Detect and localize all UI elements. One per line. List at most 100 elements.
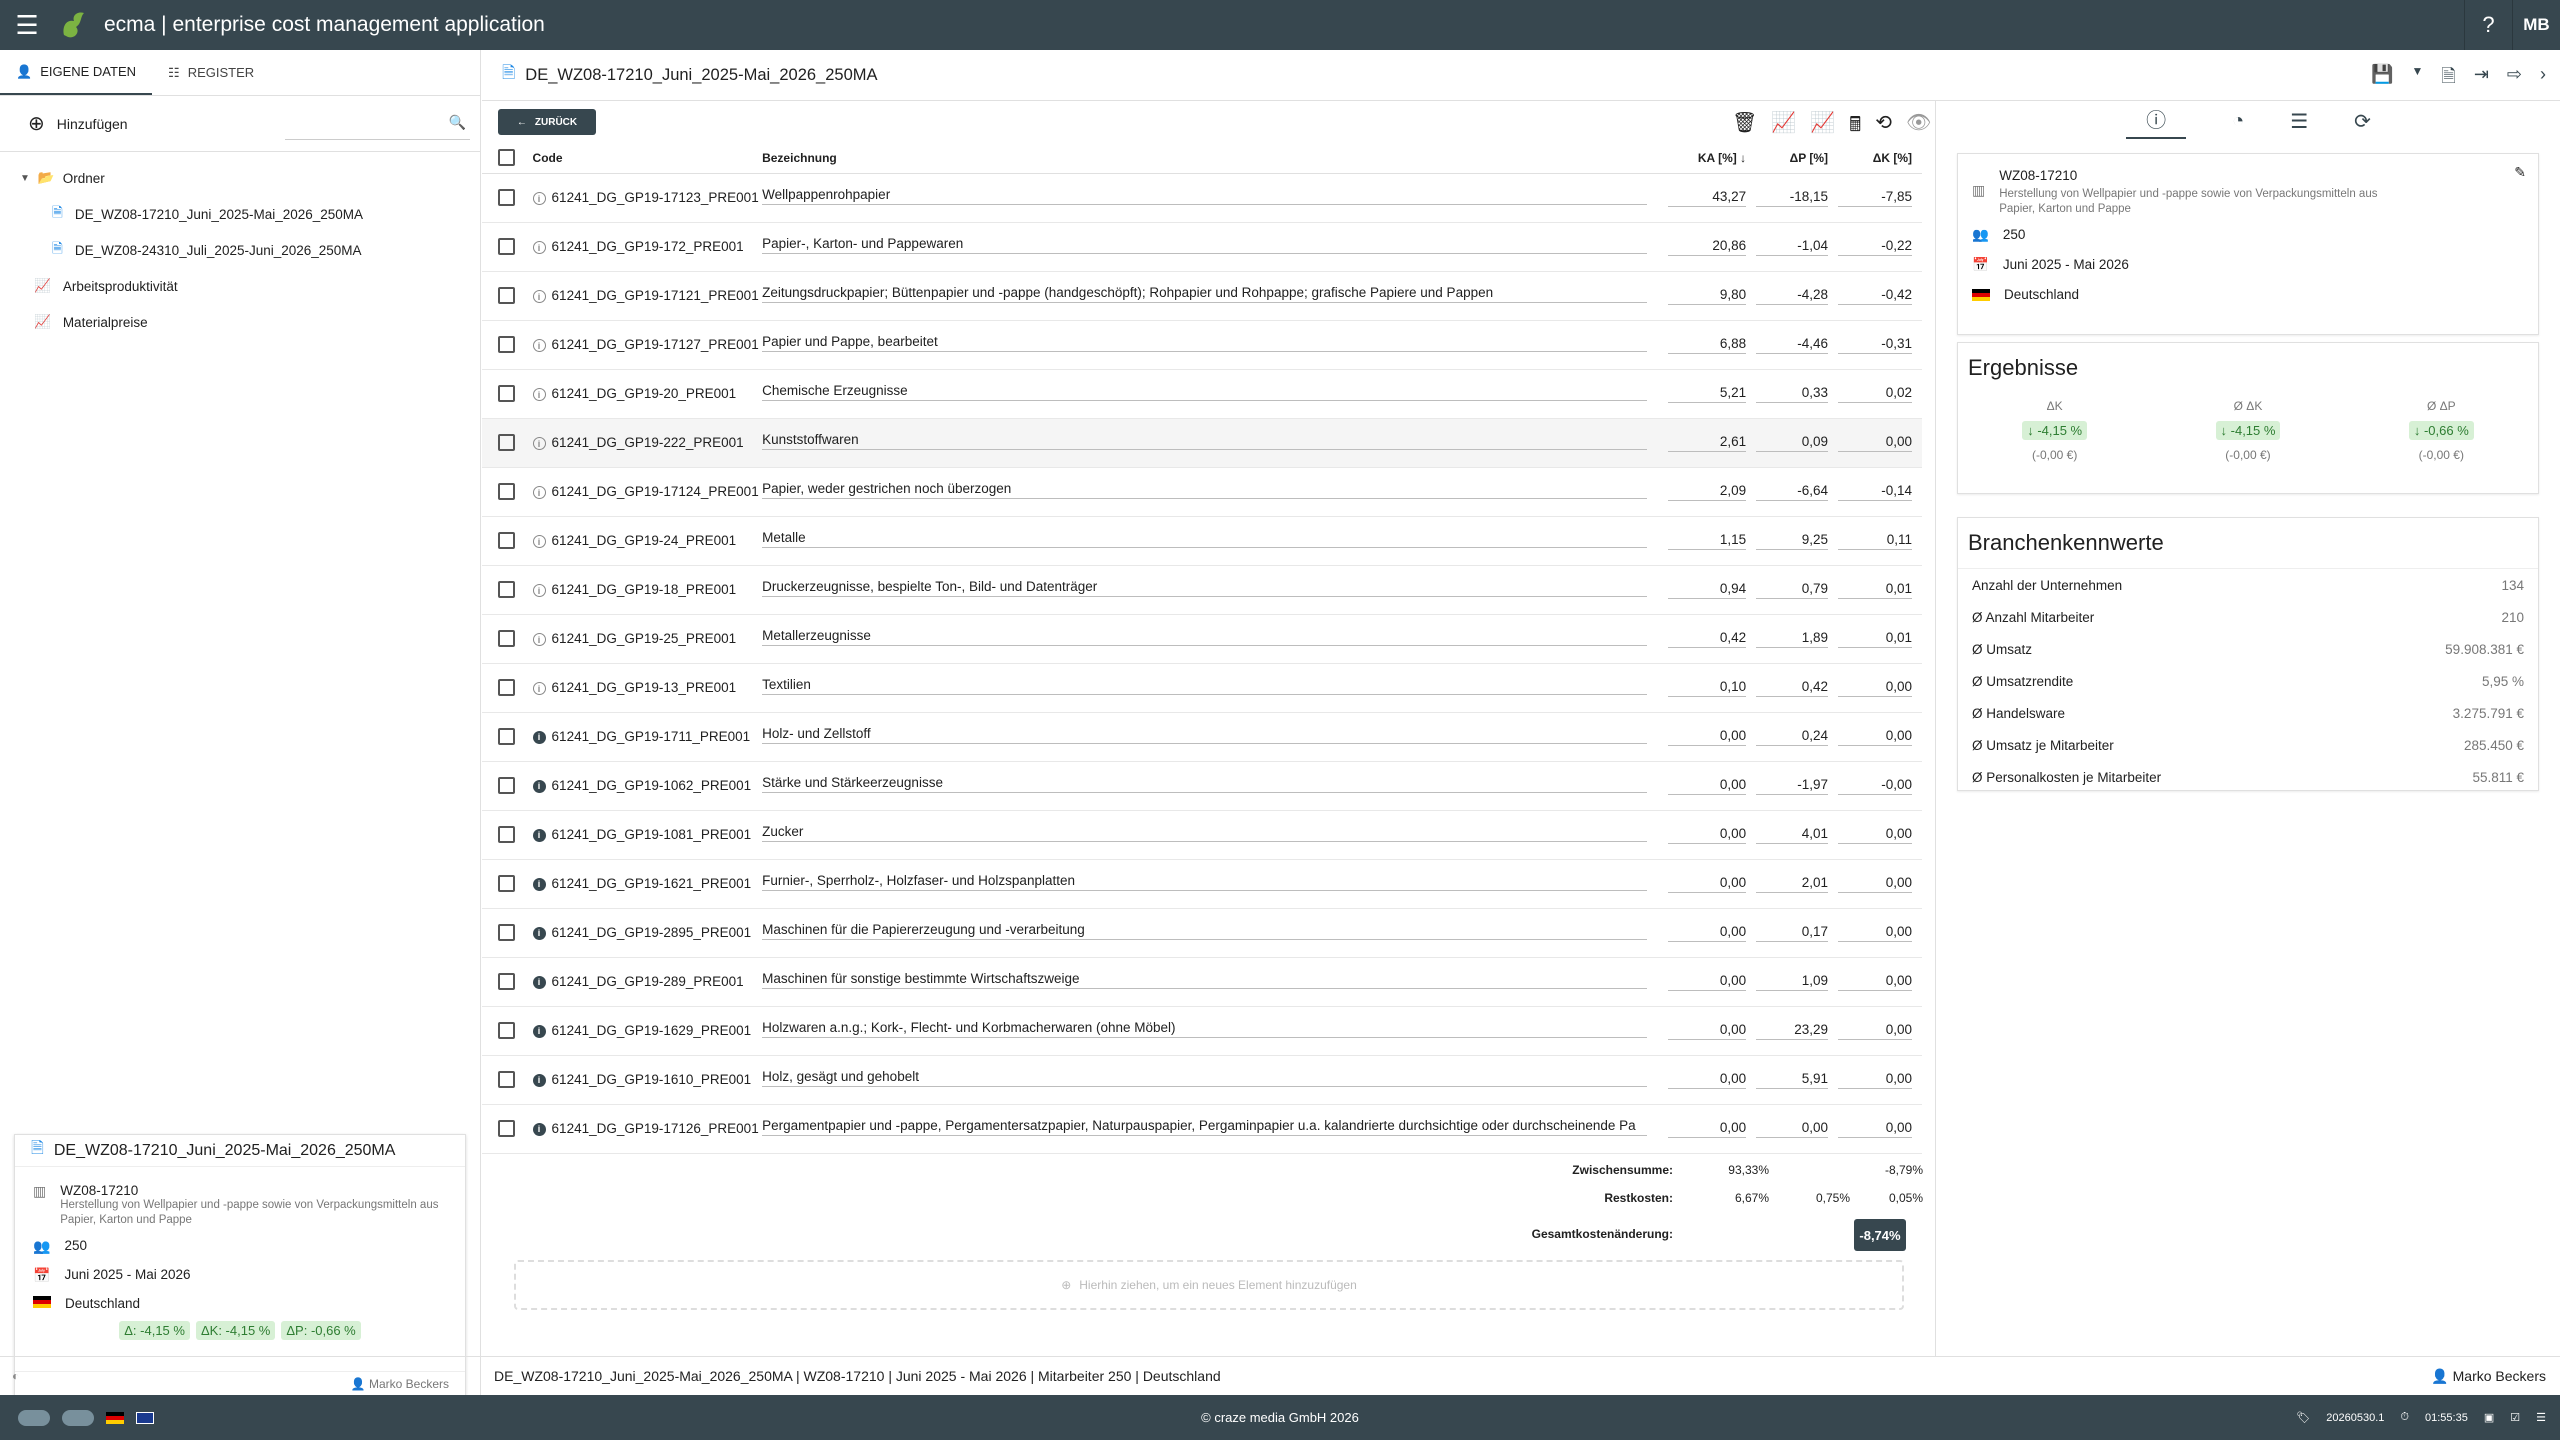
- help-button[interactable]: ?: [2464, 0, 2512, 50]
- pie-chart-tab-icon[interactable]: ◔: [2232, 110, 2244, 133]
- select-all-checkbox[interactable]: [498, 149, 515, 167]
- row-checkbox[interactable]: [498, 1022, 515, 1039]
- tab-register[interactable]: ☷ REGISTER: [152, 50, 270, 95]
- back-button[interactable]: ← ZURÜCK: [498, 109, 596, 135]
- info-icon[interactable]: i: [532, 975, 546, 989]
- row-checkbox[interactable]: [498, 875, 515, 892]
- tree-chart[interactable]: 📈 Materialpreise: [0, 304, 480, 340]
- add-button[interactable]: Hinzufügen: [57, 116, 128, 132]
- info-icon[interactable]: i: [532, 1073, 546, 1087]
- table-row[interactable]: i 61241_DG_GP19-17121_PRE001 Zeitungsdruc…: [482, 271, 1922, 321]
- row-dp[interactable]: -1,04: [1756, 238, 1829, 256]
- table-row[interactable]: i 61241_DG_GP19-13_PRE001 Textilien 0,10 …: [482, 663, 1922, 713]
- row-ka[interactable]: 2,61: [1668, 434, 1747, 452]
- row-dp[interactable]: 4,01: [1756, 826, 1829, 844]
- info-icon[interactable]: i: [532, 387, 546, 401]
- row-ka[interactable]: 0,94: [1668, 581, 1747, 599]
- row-ka[interactable]: 9,80: [1668, 287, 1747, 305]
- row-dp[interactable]: 0,33: [1756, 385, 1829, 403]
- save-icon[interactable]: 💾: [2371, 64, 2393, 94]
- table-row[interactable]: i 61241_DG_GP19-25_PRE001 Metallerzeugnis…: [482, 614, 1922, 664]
- tree-doc[interactable]: 🗎 DE_WZ08-24310_Juli_2025-Juni_2026_250MA: [0, 232, 480, 268]
- repeat-icon[interactable]: ⟲: [1875, 110, 1892, 144]
- info-icon[interactable]: i: [532, 730, 546, 744]
- list-icon[interactable]: ☰: [2536, 1411, 2546, 1424]
- row-dp[interactable]: 23,29: [1756, 1022, 1829, 1040]
- row-ka[interactable]: 1,15: [1668, 532, 1747, 550]
- table-row[interactable]: i 61241_DG_GP19-172_PRE001 Papier-, Karto…: [482, 222, 1922, 272]
- col-header-ka[interactable]: KA [%]: [1698, 151, 1737, 165]
- col-header-name[interactable]: Bezeichnung: [762, 143, 1669, 174]
- calculator-icon[interactable]: 🖩: [1849, 110, 1861, 144]
- table-row[interactable]: i 61241_DG_GP19-17123_PRE001 Wellpappenro…: [482, 173, 1922, 223]
- contrast-toggle[interactable]: [62, 1409, 94, 1426]
- info-icon[interactable]: i: [532, 877, 546, 891]
- row-ka[interactable]: 0,00: [1668, 1120, 1747, 1138]
- row-ka[interactable]: 0,00: [1668, 875, 1747, 893]
- logout-icon[interactable]: ⇨: [2507, 64, 2522, 94]
- row-dp[interactable]: 1,09: [1756, 973, 1829, 991]
- chart-green-icon[interactable]: 📈: [1810, 110, 1835, 144]
- row-ka[interactable]: 0,10: [1668, 679, 1747, 697]
- row-ka[interactable]: 0,42: [1668, 630, 1747, 648]
- row-dp[interactable]: -6,64: [1756, 483, 1829, 501]
- row-checkbox[interactable]: [498, 385, 515, 402]
- search-icon[interactable]: 🔍: [449, 114, 466, 131]
- row-ka[interactable]: 0,00: [1668, 826, 1747, 844]
- tree-folder[interactable]: ▼ 📂 Ordner: [0, 160, 480, 196]
- col-header-dp[interactable]: ΔP [%]: [1756, 143, 1839, 174]
- row-dp[interactable]: -4,46: [1756, 336, 1829, 354]
- info-icon[interactable]: i: [532, 926, 546, 940]
- edit-icon[interactable]: ✎: [2514, 164, 2526, 181]
- info-icon[interactable]: i: [532, 779, 546, 793]
- row-checkbox[interactable]: [498, 1071, 515, 1088]
- info-icon[interactable]: i: [532, 436, 546, 450]
- theme-toggle[interactable]: [18, 1409, 50, 1426]
- row-dp[interactable]: -1,97: [1756, 777, 1829, 795]
- row-ka[interactable]: 0,00: [1668, 728, 1747, 746]
- row-checkbox[interactable]: [498, 287, 515, 304]
- row-dp[interactable]: 0,00: [1756, 1120, 1829, 1138]
- row-dp[interactable]: 0,42: [1756, 679, 1829, 697]
- row-dp[interactable]: 0,79: [1756, 581, 1829, 599]
- search-input[interactable]: 🔍: [285, 110, 470, 140]
- row-dp[interactable]: -4,28: [1756, 287, 1829, 305]
- dropdown-icon[interactable]: ▼: [2411, 64, 2423, 94]
- table-row[interactable]: i 61241_DG_GP19-1711_PRE001 Holz- und Zel…: [482, 712, 1922, 762]
- info-icon[interactable]: i: [532, 191, 546, 205]
- row-checkbox[interactable]: [498, 581, 515, 598]
- row-dp[interactable]: 0,09: [1756, 434, 1829, 452]
- expand-arrow-icon[interactable]: ▼: [20, 173, 30, 184]
- checkbox-icon[interactable]: ☑: [2510, 1411, 2520, 1424]
- table-row[interactable]: i 61241_DG_GP19-289_PRE001 Maschinen für …: [482, 957, 1922, 1007]
- window-icon[interactable]: ▣: [2484, 1411, 2494, 1424]
- table-row[interactable]: i 61241_DG_GP19-1629_PRE001 Holzwaren a.n…: [482, 1006, 1922, 1056]
- toggle-icon[interactable]: ◐: [12, 1369, 19, 1383]
- list-tab-icon[interactable]: ☰: [2290, 109, 2308, 134]
- table-row[interactable]: i 61241_DG_GP19-1621_PRE001 Furnier-, Spe…: [482, 859, 1922, 909]
- table-row[interactable]: i 61241_DG_GP19-2895_PRE001 Maschinen für…: [482, 908, 1922, 958]
- row-checkbox[interactable]: [498, 679, 515, 696]
- row-ka[interactable]: 2,09: [1668, 483, 1747, 501]
- row-ka[interactable]: 20,86: [1668, 238, 1747, 256]
- info-icon[interactable]: i: [532, 681, 546, 695]
- row-ka[interactable]: 0,00: [1668, 973, 1747, 991]
- tree-chart[interactable]: 📈 Arbeitsproduktivität: [0, 268, 480, 304]
- table-row[interactable]: i 61241_DG_GP19-18_PRE001 Druckerzeugniss…: [482, 565, 1922, 615]
- table-row[interactable]: i 61241_DG_GP19-20_PRE001 Chemische Erzeu…: [482, 369, 1922, 419]
- table-row[interactable]: i 61241_DG_GP19-222_PRE001 Kunststoffware…: [482, 418, 1922, 468]
- flag-uk-icon[interactable]: [136, 1411, 154, 1424]
- table-row[interactable]: i 61241_DG_GP19-17124_PRE001 Papier, wede…: [482, 467, 1922, 517]
- import-icon[interactable]: ⇥: [2474, 64, 2489, 94]
- row-checkbox[interactable]: [498, 973, 515, 990]
- drop-zone[interactable]: ⊕ Hierhin ziehen, um ein neues Element hi…: [514, 1260, 1904, 1310]
- table-row[interactable]: i 61241_DG_GP19-24_PRE001 Metalle 1,15 9,…: [482, 516, 1922, 566]
- visibility-icon[interactable]: 👁: [1906, 110, 1931, 144]
- chart-red-icon[interactable]: 📈: [1771, 110, 1796, 144]
- info-icon[interactable]: i: [532, 1122, 546, 1136]
- row-checkbox[interactable]: [498, 532, 515, 549]
- table-row[interactable]: i 61241_DG_GP19-17126_PRE001 Pergamentpap…: [482, 1104, 1922, 1154]
- tab-eigene-daten[interactable]: 👤 EIGENE DATEN: [0, 50, 153, 95]
- info-icon[interactable]: i: [532, 338, 546, 352]
- info-icon[interactable]: i: [532, 583, 546, 597]
